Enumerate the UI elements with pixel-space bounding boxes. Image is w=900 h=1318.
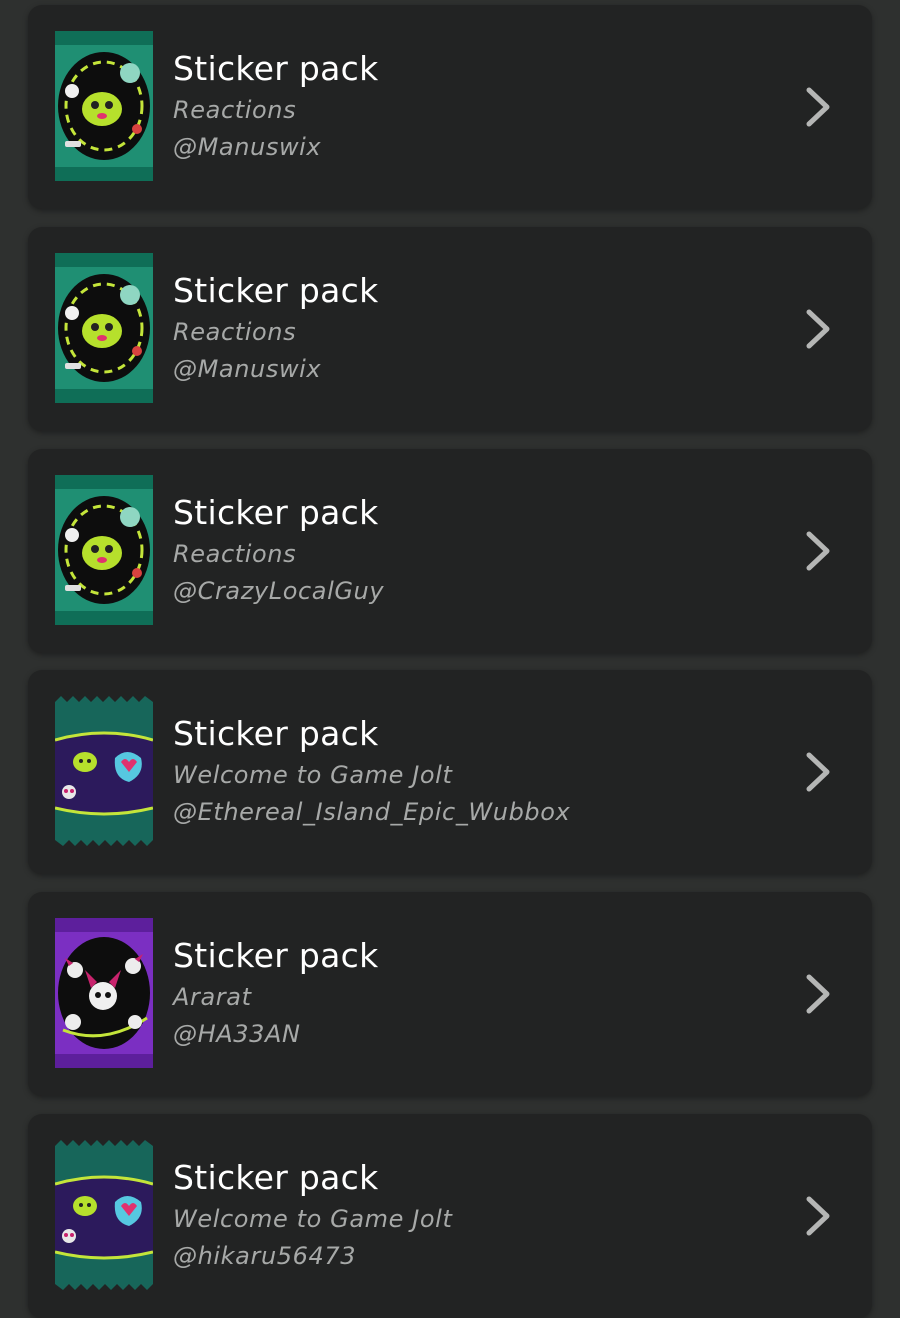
welcome-sticker-pack-icon <box>55 696 153 846</box>
pack-title: Sticker pack <box>173 493 379 532</box>
pack-subtitle: Reactions <box>173 96 297 124</box>
welcome-sticker-pack-icon <box>55 1140 153 1290</box>
sticker-pack-card[interactable]: Sticker pack Reactions @Manuswix <box>28 5 872 209</box>
pack-owner: @Manuswix <box>173 133 322 161</box>
chevron-right-icon <box>802 750 834 794</box>
chevron-right-icon <box>802 972 834 1016</box>
sticker-pack-card[interactable]: Sticker pack Welcome to Game Jolt @hikar… <box>28 1114 872 1318</box>
chevron-right-icon <box>802 85 834 129</box>
pack-title: Sticker pack <box>173 49 379 88</box>
pack-subtitle: Welcome to Game Jolt <box>173 1205 453 1233</box>
sticker-pack-card[interactable]: Sticker pack Welcome to Game Jolt @Ether… <box>28 670 872 874</box>
pack-title: Sticker pack <box>173 936 379 975</box>
pack-owner: @Ethereal_Island_Epic_Wubbox <box>173 798 571 826</box>
sticker-pack-card[interactable]: Sticker pack Ararat @HA33AN <box>28 892 872 1096</box>
sticker-pack-card[interactable]: Sticker pack Reactions @Manuswix <box>28 227 872 431</box>
reactions-sticker-pack-icon <box>55 31 153 181</box>
pack-owner: @hikaru56473 <box>173 1242 357 1270</box>
sticker-pack-list: Sticker pack Reactions @Manuswix Sticker… <box>0 0 900 1318</box>
reactions-sticker-pack-icon <box>55 475 153 625</box>
pack-title: Sticker pack <box>173 271 379 310</box>
pack-owner: @HA33AN <box>173 1020 301 1048</box>
chevron-right-icon <box>802 307 834 351</box>
pack-title: Sticker pack <box>173 1158 379 1197</box>
pack-subtitle: Ararat <box>173 983 252 1011</box>
pack-owner: @CrazyLocalGuy <box>173 577 385 605</box>
pack-title: Sticker pack <box>173 714 379 753</box>
pack-subtitle: Reactions <box>173 318 297 346</box>
chevron-right-icon <box>802 1194 834 1238</box>
pack-subtitle: Welcome to Game Jolt <box>173 761 453 789</box>
reactions-sticker-pack-icon <box>55 253 153 403</box>
ararat-sticker-pack-icon <box>55 918 153 1068</box>
chevron-right-icon <box>802 529 834 573</box>
sticker-pack-card[interactable]: Sticker pack Reactions @CrazyLocalGuy <box>28 449 872 653</box>
pack-owner: @Manuswix <box>173 355 322 383</box>
pack-subtitle: Reactions <box>173 540 297 568</box>
